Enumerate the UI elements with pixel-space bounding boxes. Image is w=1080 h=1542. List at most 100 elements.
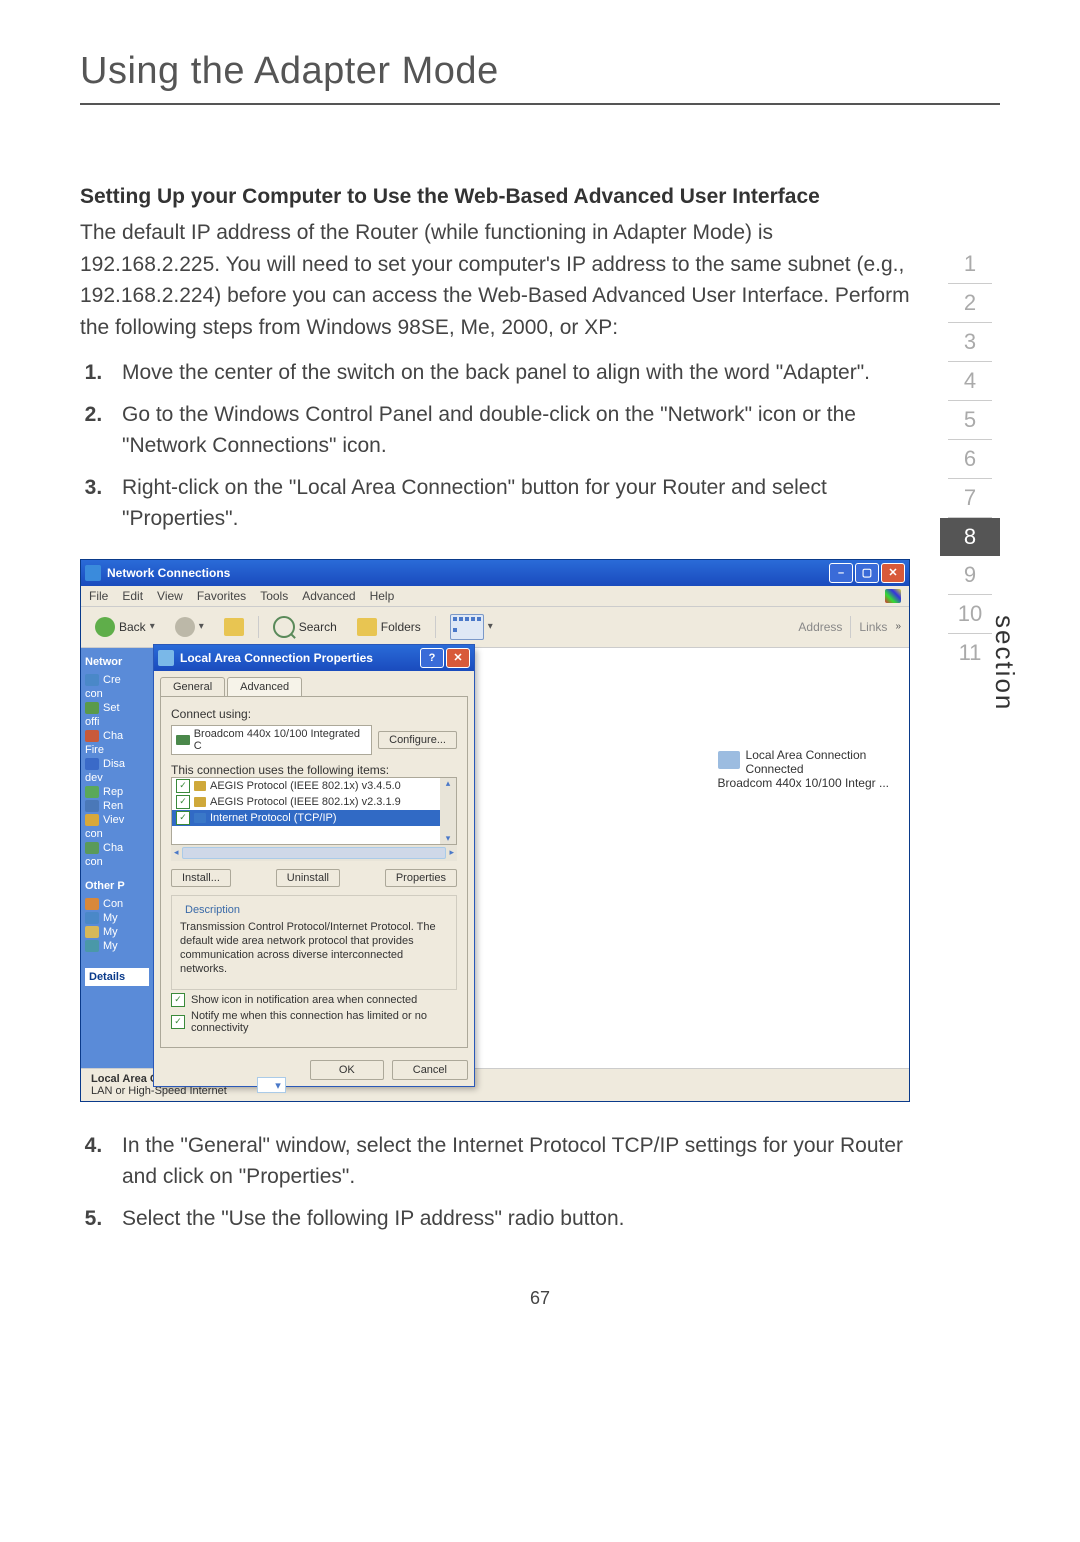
step-5: Select the "Use the following IP address… xyxy=(108,1203,910,1235)
dialog-titlebar[interactable]: Local Area Connection Properties ? ✕ xyxy=(154,645,474,671)
configure-button[interactable]: Configure... xyxy=(378,731,457,749)
folders-button[interactable]: Folders xyxy=(351,615,427,639)
horizontal-scrollbar[interactable]: ◂▸ xyxy=(171,845,457,861)
taskpane-item[interactable]: My xyxy=(85,940,149,952)
section-nav-1[interactable]: 1 xyxy=(948,245,992,284)
folder-up-icon xyxy=(224,618,244,636)
section-nav-3[interactable]: 3 xyxy=(948,323,992,362)
show-icon-checkbox[interactable]: ✓ xyxy=(171,993,185,1007)
vertical-scrollbar[interactable]: ▴▾ xyxy=(440,778,456,844)
taskpane-item[interactable]: My xyxy=(85,912,149,924)
connect-using-label: Connect using: xyxy=(171,707,457,721)
back-icon xyxy=(95,617,115,637)
uninstall-button[interactable]: Uninstall xyxy=(276,869,340,887)
section-label: section xyxy=(989,615,1020,711)
protocol-listbox[interactable]: ✓ AEGIS Protocol (IEEE 802.1x) v3.4.5.0 … xyxy=(171,777,457,845)
protocol-icon xyxy=(194,797,206,807)
section-nav-11[interactable]: 11 xyxy=(948,634,992,672)
intro-paragraph: The default IP address of the Router (wh… xyxy=(80,217,910,343)
protocol-item[interactable]: ✓ AEGIS Protocol (IEEE 802.1x) v3.4.5.0 xyxy=(172,778,456,794)
views-button[interactable]: ▾ xyxy=(444,611,499,643)
connection-item[interactable]: Local Area Connection Connected Broadcom… xyxy=(718,748,889,790)
section-nav-2[interactable]: 2 xyxy=(948,284,992,323)
maximize-button[interactable]: ▢ xyxy=(855,563,879,583)
section-nav-8-active[interactable]: 8 xyxy=(940,518,1000,556)
taskpane-item[interactable]: My xyxy=(85,926,149,938)
notify-checkbox[interactable]: ✓ xyxy=(171,1015,185,1029)
connection-name: Local Area Connection xyxy=(718,748,889,762)
step-1: Move the center of the switch on the bac… xyxy=(108,357,910,389)
install-button[interactable]: Install... xyxy=(171,869,231,887)
protocol-item[interactable]: ✓ AEGIS Protocol (IEEE 802.1x) v2.3.1.9 xyxy=(172,794,456,810)
step-4: In the "General" window, select the Inte… xyxy=(108,1130,910,1193)
dialog-close-button[interactable]: ✕ xyxy=(446,648,470,668)
help-button[interactable]: ? xyxy=(420,648,444,668)
tab-advanced[interactable]: Advanced xyxy=(227,677,302,696)
section-nav-10[interactable]: 10 xyxy=(948,595,992,634)
views-icon xyxy=(450,614,484,640)
section-nav-7[interactable]: 7 xyxy=(948,479,992,518)
window-titlebar[interactable]: Network Connections – ▢ ✕ xyxy=(81,560,909,586)
section-nav-6[interactable]: 6 xyxy=(948,440,992,479)
taskpane-item[interactable]: Cha xyxy=(85,842,149,854)
protocol-item-selected[interactable]: ✓ Internet Protocol (TCP/IP) xyxy=(172,810,456,826)
taskpane-details-header[interactable]: Details xyxy=(85,968,149,986)
address-label: Address xyxy=(798,620,842,634)
content-pane[interactable]: Local Area Connection Connected Broadcom… xyxy=(153,648,909,1068)
description-text: Transmission Control Protocol/Internet P… xyxy=(180,920,448,977)
tab-general[interactable]: General xyxy=(160,677,225,696)
forward-icon xyxy=(175,617,195,637)
taskpane-item[interactable]: Cha xyxy=(85,730,149,742)
connection-device: Broadcom 440x 10/100 Integr ... xyxy=(718,776,889,790)
menu-favorites[interactable]: Favorites xyxy=(197,589,246,603)
menu-help[interactable]: Help xyxy=(370,589,395,603)
task-pane: Networ Cre con Set offi Cha Fire Disa de… xyxy=(81,648,153,1068)
properties-dialog: Local Area Connection Properties ? ✕ Gen… xyxy=(153,644,475,1087)
step-2: Go to the Windows Control Panel and doub… xyxy=(108,399,910,462)
checkbox-icon[interactable]: ✓ xyxy=(176,795,190,809)
section-nav-5[interactable]: 5 xyxy=(948,401,992,440)
taskpane-item[interactable]: Con xyxy=(85,898,149,910)
network-icon xyxy=(158,650,174,666)
search-button[interactable]: Search xyxy=(267,613,343,641)
taskpane-item[interactable]: Set xyxy=(85,702,149,714)
connection-state: Connected xyxy=(718,762,889,776)
minimize-button[interactable]: – xyxy=(829,563,853,583)
menu-tools[interactable]: Tools xyxy=(260,589,288,603)
back-button[interactable]: Back ▾ xyxy=(89,614,161,640)
checkbox-icon[interactable]: ✓ xyxy=(176,811,190,825)
step-3: Right-click on the "Local Area Connectio… xyxy=(108,472,910,535)
steps-list-top: Move the center of the switch on the bac… xyxy=(80,357,910,535)
cancel-button[interactable]: Cancel xyxy=(392,1060,468,1080)
close-button[interactable]: ✕ xyxy=(881,563,905,583)
forward-button[interactable]: ▾ xyxy=(169,614,210,640)
section-nav-9[interactable]: 9 xyxy=(948,556,992,595)
show-icon-label: Show icon in notification area when conn… xyxy=(191,994,417,1006)
dialog-title-text: Local Area Connection Properties xyxy=(180,651,373,665)
status-dropdown[interactable] xyxy=(257,1077,286,1093)
taskpane-item[interactable]: Rep xyxy=(85,786,149,798)
nic-icon xyxy=(176,735,190,745)
adapter-field[interactable]: Broadcom 440x 10/100 Integrated C xyxy=(171,725,372,755)
section-nav: 1 2 3 4 5 6 7 8 9 10 11 section xyxy=(940,185,1000,1258)
menu-view[interactable]: View xyxy=(157,589,183,603)
taskpane-header: Networ xyxy=(85,656,149,668)
menu-advanced[interactable]: Advanced xyxy=(302,589,355,603)
taskpane-item[interactable]: Viev xyxy=(85,814,149,826)
properties-button[interactable]: Properties xyxy=(385,869,457,887)
links-label[interactable]: Links xyxy=(859,620,887,634)
window-icon xyxy=(85,565,101,581)
protocol-icon xyxy=(194,781,206,791)
taskpane-item[interactable]: Disa xyxy=(85,758,149,770)
taskpane-item[interactable]: Ren xyxy=(85,800,149,812)
folders-icon xyxy=(357,618,377,636)
menu-file[interactable]: File xyxy=(89,589,108,603)
menu-edit[interactable]: Edit xyxy=(122,589,143,603)
ok-button[interactable]: OK xyxy=(310,1060,384,1080)
taskpane-item[interactable]: Cre xyxy=(85,674,149,686)
up-button[interactable] xyxy=(218,615,250,639)
toolbar: Back ▾ ▾ Search Folders xyxy=(81,607,909,648)
menu-bar[interactable]: File Edit View Favorites Tools Advanced … xyxy=(81,586,909,607)
section-nav-4[interactable]: 4 xyxy=(948,362,992,401)
checkbox-icon[interactable]: ✓ xyxy=(176,779,190,793)
